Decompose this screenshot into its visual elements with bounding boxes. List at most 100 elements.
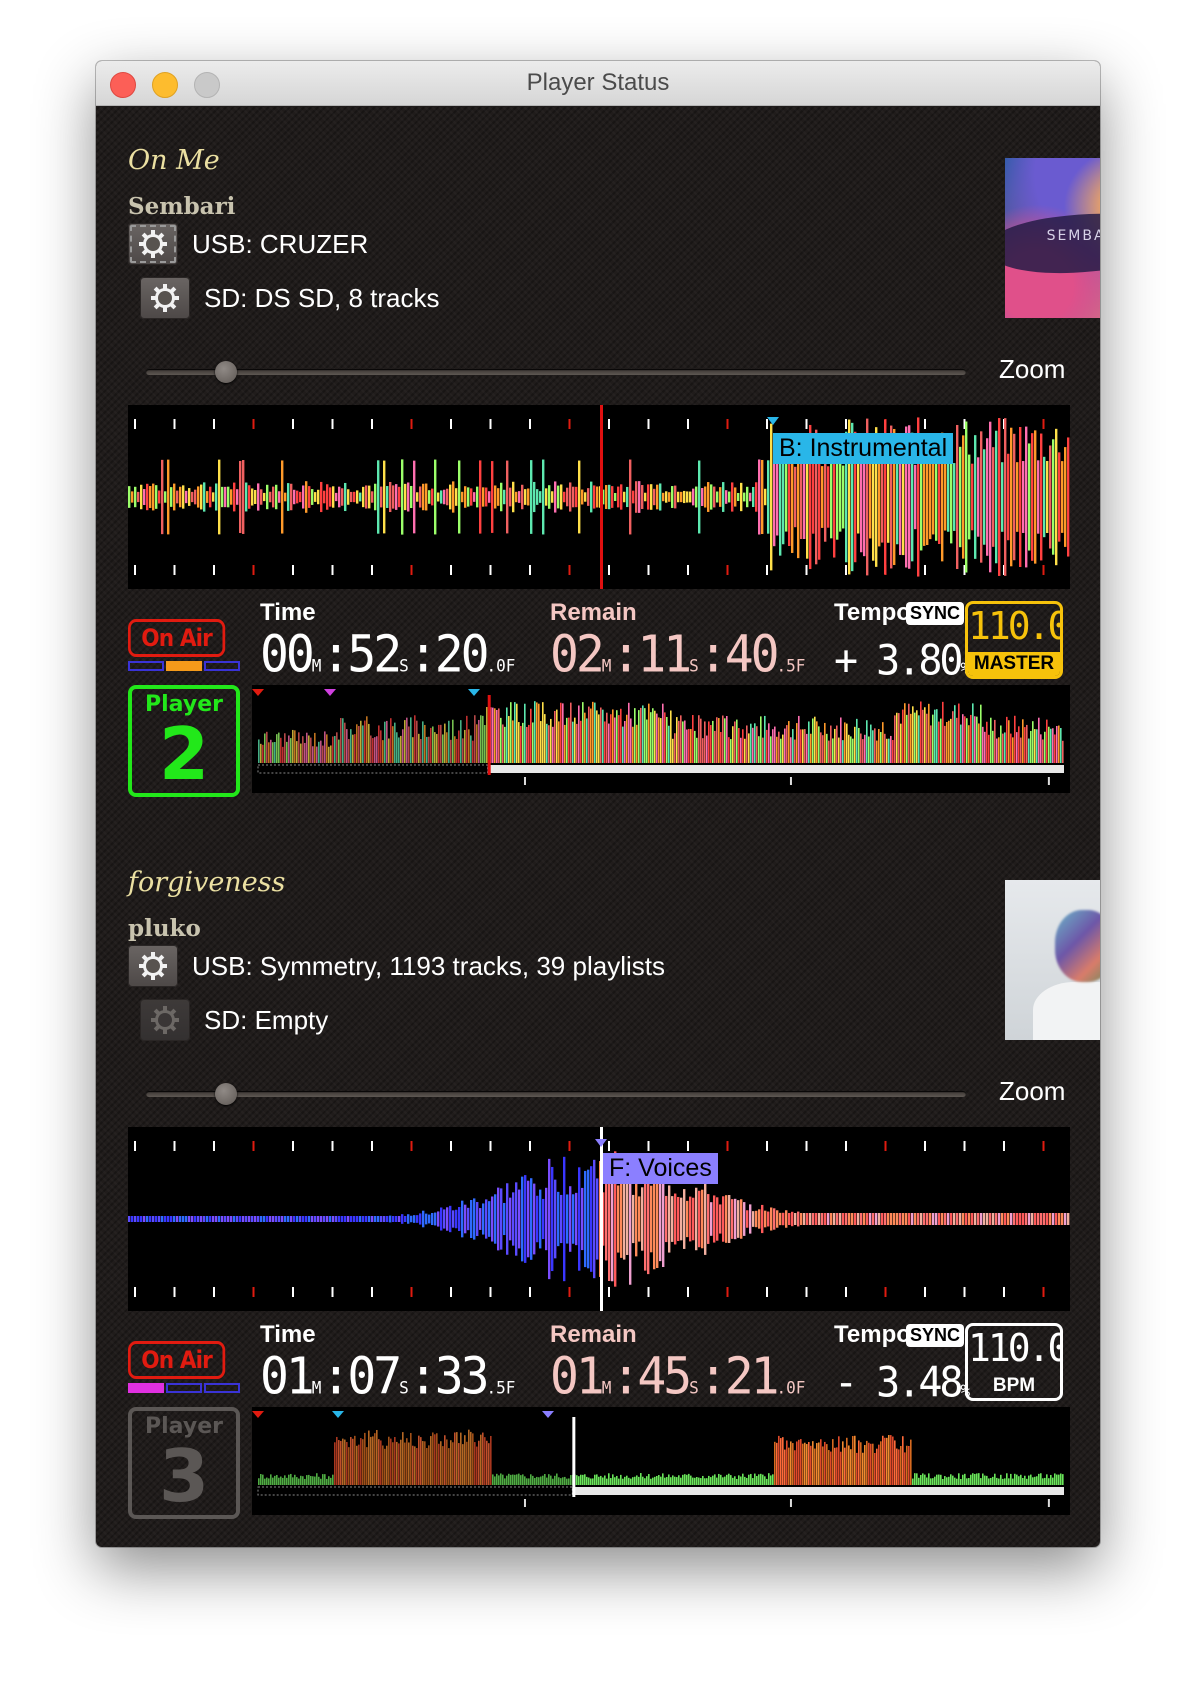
overview-bar (594, 702, 596, 763)
overview-bar (668, 1474, 670, 1485)
sd-media-label: SD: Empty (204, 1004, 329, 1035)
overview-bar (880, 732, 882, 763)
sd-media-button[interactable] (140, 999, 190, 1041)
overview-bar (820, 732, 822, 763)
overview-bar (948, 1476, 950, 1485)
waveform-bar (1022, 1213, 1025, 1225)
overview-bar (406, 717, 408, 763)
played-region (257, 764, 489, 774)
overview-bar (1036, 1476, 1038, 1485)
overview-bar (884, 733, 886, 763)
waveform-bar (662, 492, 665, 502)
overview-bar (592, 701, 594, 763)
waveform-bar (239, 460, 242, 534)
waveform-bar (1040, 433, 1043, 561)
waveform-bar (1067, 1213, 1070, 1225)
overview-bar (418, 733, 420, 763)
waveform-bar (551, 1166, 554, 1272)
overview-bar (462, 1444, 464, 1485)
overview-bar (904, 1452, 906, 1485)
overview-waveform[interactable] (252, 1407, 1070, 1515)
overview-bar (312, 746, 314, 763)
overview-bar (1006, 1473, 1008, 1485)
overview-bar (440, 1441, 442, 1485)
waveform-bar (713, 1195, 716, 1243)
overview-bar (1028, 1475, 1030, 1485)
usb-media-button[interactable] (128, 945, 178, 987)
waveform-bar (440, 490, 443, 504)
sd-media-button[interactable] (140, 277, 190, 319)
overview-bar (478, 1440, 480, 1485)
detail-waveform[interactable]: F: Voices (128, 1127, 1070, 1311)
overview-bar (654, 710, 656, 763)
overview-bar (566, 1478, 568, 1485)
overview-bar (538, 1477, 540, 1485)
waveform-bar (635, 481, 638, 513)
overview-bar (542, 702, 544, 763)
waveform-bar (404, 483, 407, 511)
waveform-bar (794, 466, 797, 528)
waveform-bar (260, 489, 263, 505)
overview-bar (324, 731, 326, 763)
overview-bar (632, 726, 634, 763)
overview-bar (916, 710, 918, 763)
overview-bar (990, 717, 992, 763)
overview-bar (866, 1440, 868, 1485)
overview-bar (988, 734, 990, 763)
waveform-bar (161, 1216, 164, 1222)
waveform-bar (851, 1213, 854, 1225)
overview-bar (744, 738, 746, 763)
overview-bar (438, 724, 440, 763)
waveform-bar (992, 1213, 995, 1225)
usb-media-button[interactable] (128, 223, 178, 265)
overview-bar (338, 1440, 340, 1485)
waveform-bar (734, 487, 737, 507)
overview-bar (570, 702, 572, 763)
waveform-bar (368, 485, 371, 509)
waveform-bar (725, 490, 728, 504)
overview-bar (922, 709, 924, 763)
zoom-slider[interactable] (146, 361, 966, 383)
waveform-bar (644, 492, 647, 502)
waveform-bar (608, 484, 611, 510)
zoom-slider-knob[interactable] (215, 1083, 237, 1105)
overview-waveform[interactable] (252, 685, 1070, 793)
overview-bar (278, 732, 280, 763)
overview-bar (818, 1442, 820, 1485)
waveform-bar (542, 1198, 545, 1240)
waveform-bar (419, 486, 422, 508)
overview-bar (792, 729, 794, 763)
waveform-bar (194, 489, 197, 505)
waveform-bar (314, 1216, 317, 1222)
detail-waveform[interactable]: B: Instrumental (128, 405, 1070, 589)
overview-bar (284, 1475, 286, 1485)
waveform-bar (311, 489, 314, 505)
waveform-bar (899, 1213, 902, 1225)
waveform-bar (836, 1213, 839, 1225)
overview-bar (848, 734, 850, 763)
overview-bar (688, 728, 690, 763)
waveform-bar (830, 455, 833, 539)
overview-bar (494, 708, 496, 763)
time-header: Time (260, 1321, 316, 1348)
overview-bar (358, 726, 360, 763)
overview-bar (342, 718, 344, 763)
overview-bar (684, 720, 686, 763)
overview-bar (646, 719, 648, 763)
overview-bar (894, 715, 896, 763)
zoom-slider-knob[interactable] (215, 361, 237, 383)
overview-bar (786, 725, 788, 763)
waveform-bar (719, 487, 722, 507)
waveform-bar (128, 1216, 131, 1222)
waveform-bar (1022, 461, 1025, 533)
zoom-slider[interactable] (146, 1083, 966, 1105)
overview-bar (272, 1477, 274, 1485)
overview-bar (900, 1446, 902, 1485)
overview-bar (770, 1475, 772, 1485)
overview-bar (682, 1474, 684, 1485)
waveform-bar (281, 460, 284, 534)
overview-bar (820, 1439, 822, 1485)
overview-bar (368, 723, 370, 763)
waveform-bar (722, 1196, 725, 1242)
overview-bar (782, 734, 784, 763)
